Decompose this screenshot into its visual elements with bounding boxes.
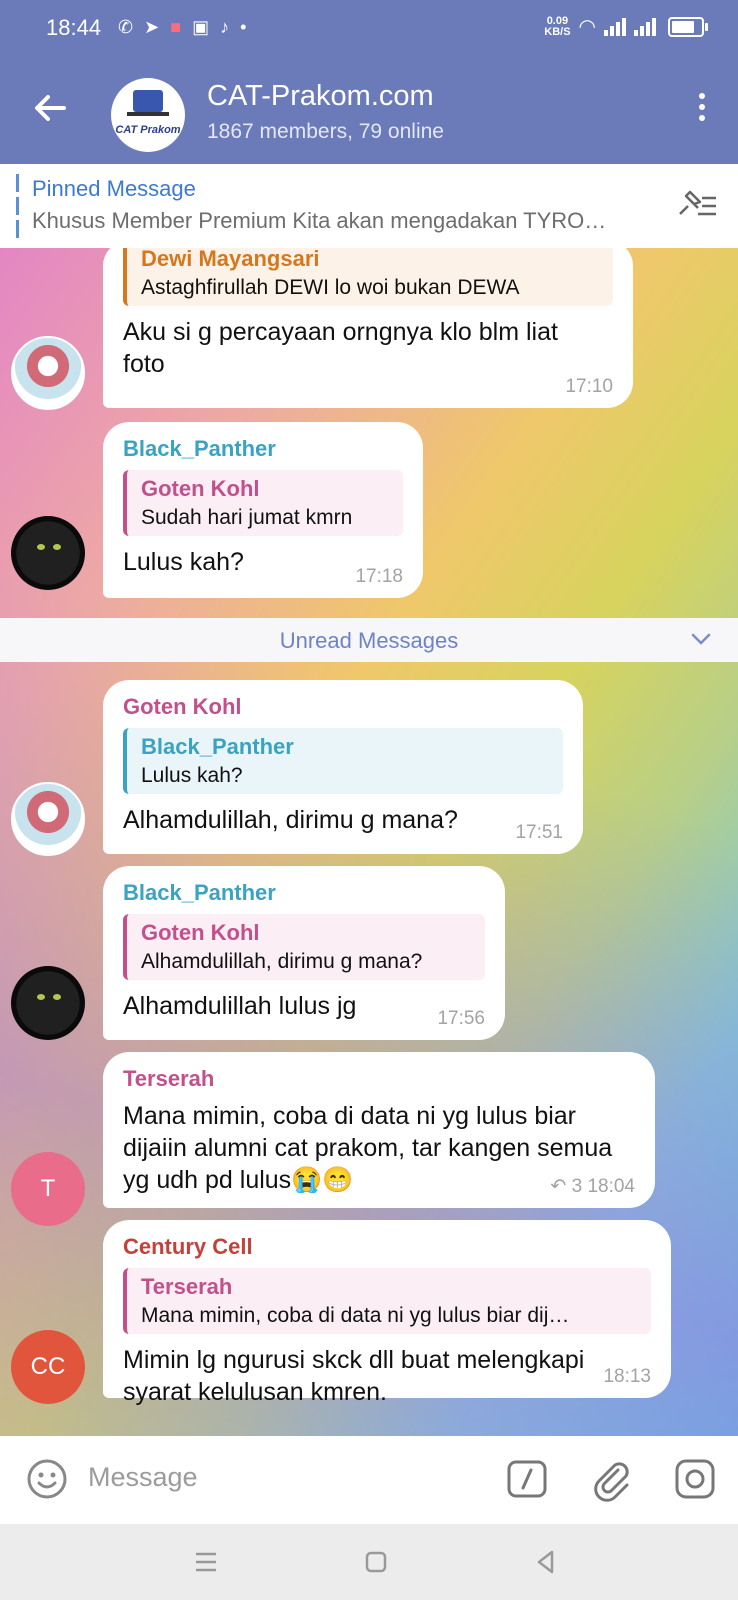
message-time: 17:56 <box>437 1008 485 1029</box>
sender-name[interactable]: Goten Kohl <box>123 694 563 720</box>
emoji-icon[interactable] <box>24 1456 70 1502</box>
back-arrow-icon[interactable] <box>28 86 72 130</box>
system-nav-bar <box>0 1524 738 1600</box>
pinned-text: Khusus Member Premium Kita akan mengadak… <box>32 208 607 233</box>
signal-icon-2 <box>634 17 656 36</box>
reply-arrow-icon[interactable]: ↶ <box>550 1176 566 1197</box>
chat-header: CAT Prakom CAT-Prakom.com 1867 members, … <box>0 56 738 164</box>
tiktok-icon: ♪ <box>220 17 230 37</box>
app-icon: ■ <box>170 17 182 37</box>
message-bubble[interactable]: Century Cell Terserah Mana mimin, coba d… <box>103 1220 671 1406</box>
group-title[interactable]: CAT-Prakom.com <box>207 80 434 113</box>
notification-icons: ✆ ➤ ■ ▣ ♪ • <box>118 17 246 38</box>
message-time: 17:18 <box>355 566 403 587</box>
reply-preview[interactable]: Terserah Mana mimin, coba di data ni yg … <box>123 1268 651 1334</box>
message-time: 17:10 <box>565 376 613 397</box>
network-speed: 0.09 KB/S <box>544 14 571 38</box>
reply-preview[interactable]: Dewi Mayangsari Astaghfirullah DEWI lo w… <box>123 248 613 306</box>
chat-area[interactable]: Dewi Mayangsari Astaghfirullah DEWI lo w… <box>0 248 738 1436</box>
avatar[interactable]: T <box>11 1152 85 1226</box>
message-text: Alhamdulillah lulus jg <box>123 992 357 1020</box>
avatar[interactable] <box>11 966 85 1040</box>
unread-messages-divider: Unread Messages <box>0 618 738 662</box>
reply-preview[interactable]: Goten Kohl Sudah hari jumat kmrn <box>123 470 403 536</box>
home-icon[interactable] <box>360 1546 392 1578</box>
attach-icon[interactable] <box>588 1456 634 1502</box>
avatar[interactable] <box>11 516 85 590</box>
reply-count[interactable]: 3 <box>572 1176 583 1197</box>
message-bubble[interactable]: Black_Panther Goten Kohl Alhamdulillah, … <box>103 866 505 1040</box>
sender-name[interactable]: Black_Panther <box>123 880 485 906</box>
group-avatar[interactable]: CAT Prakom <box>111 78 185 152</box>
chevron-down-icon[interactable] <box>688 626 714 652</box>
status-time: 18:44 <box>46 15 102 40</box>
message-input[interactable]: Message <box>88 1462 198 1493</box>
back-icon[interactable] <box>530 1546 562 1578</box>
pinned-message-bar[interactable]: Pinned Message Khusus Member Premium Kit… <box>0 164 738 248</box>
message-text: Alhamdulillah, dirimu g mana? <box>123 806 458 834</box>
message-bubble[interactable]: Terserah Mana mimin, coba di data ni yg … <box>103 1052 655 1208</box>
more-menu-icon[interactable] <box>692 90 712 130</box>
whatsapp-icon: ✆ <box>118 17 134 37</box>
message-bubble[interactable]: Goten Kohl Black_Panther Lulus kah? Alha… <box>103 680 583 854</box>
sender-name[interactable]: Century Cell <box>123 1234 651 1260</box>
pinned-title: Pinned Message <box>32 176 196 201</box>
sender-name[interactable]: Black_Panther <box>123 436 403 462</box>
message-bubble[interactable]: Dewi Mayangsari Astaghfirullah DEWI lo w… <box>103 248 633 408</box>
status-bar: 18:44 ✆ ➤ ■ ▣ ♪ • 0.09 KB/S ◠ <box>0 0 738 56</box>
avatar[interactable] <box>11 782 85 856</box>
message-time: 18:13 <box>603 1366 651 1387</box>
message-text: Aku si g percayaan orngnya klo blm liat … <box>123 318 558 378</box>
reply-preview[interactable]: Goten Kohl Alhamdulillah, dirimu g mana? <box>123 914 485 980</box>
bot-commands-icon[interactable] <box>504 1456 550 1502</box>
message-meta: ↶ 3 18:04 <box>550 1175 635 1198</box>
message-text: Mimin lg ngurusi skck dll buat melengkap… <box>123 1346 585 1406</box>
message-input-bar: Message <box>0 1436 738 1524</box>
sender-name[interactable]: Terserah <box>123 1066 635 1092</box>
battery-icon <box>668 16 708 37</box>
pin-list-icon[interactable] <box>672 186 720 226</box>
group-subtitle: 1867 members, 79 online <box>207 120 444 143</box>
message-time: 18:04 <box>587 1176 635 1197</box>
avatar[interactable] <box>11 336 85 410</box>
reply-preview[interactable]: Black_Panther Lulus kah? <box>123 728 563 794</box>
menu-icon[interactable] <box>190 1546 222 1578</box>
dot-icon: • <box>240 17 247 37</box>
message-bubble[interactable]: Black_Panther Goten Kohl Sudah hari juma… <box>103 422 423 598</box>
camera-icon[interactable] <box>672 1456 718 1502</box>
pinned-indicator <box>16 174 19 238</box>
wifi-icon: ◠ <box>578 16 596 38</box>
avatar[interactable]: CC <box>11 1330 85 1404</box>
message-time: 17:51 <box>515 822 563 843</box>
telegram-icon: ➤ <box>144 17 160 37</box>
shopee-icon: ▣ <box>192 17 210 37</box>
signal-icon <box>604 17 626 36</box>
